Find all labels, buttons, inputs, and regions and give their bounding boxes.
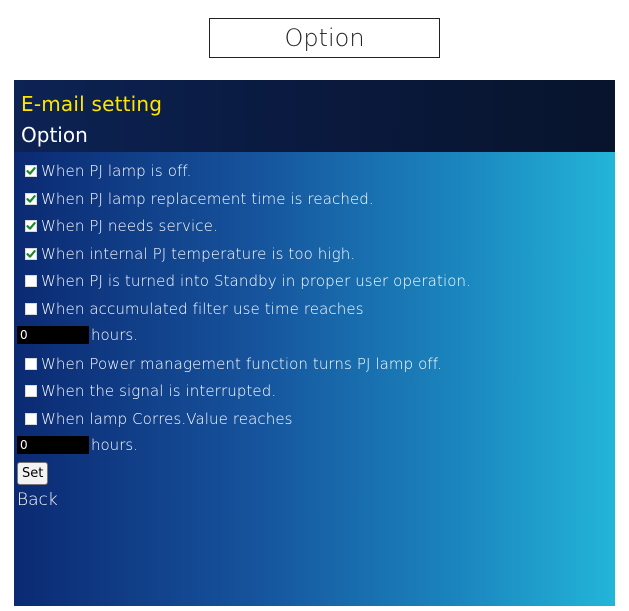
- option-label: When lamp Corres.Value reaches: [41, 410, 293, 428]
- option-label: When PJ lamp replacement time is reached…: [41, 190, 374, 208]
- option-label: When internal PJ temperature is too high…: [41, 245, 356, 263]
- checkbox[interactable]: [25, 220, 37, 232]
- lamp-hours-input[interactable]: [17, 436, 89, 454]
- option-label: When accumulated filter use time reaches: [41, 300, 364, 318]
- checkbox[interactable]: [25, 385, 37, 397]
- checkmark-icon: [26, 195, 36, 203]
- option-lamp-off[interactable]: When PJ lamp is off.: [25, 160, 192, 182]
- hours-unit-label: hours.: [91, 326, 138, 344]
- option-standby[interactable]: When PJ is turned into Standby in proper…: [25, 270, 471, 292]
- option-label: When Power management function turns PJ …: [41, 355, 442, 373]
- checkbox[interactable]: [25, 303, 37, 315]
- option-needs-service[interactable]: When PJ needs service.: [25, 215, 218, 237]
- page-subtitle: Option: [21, 123, 88, 147]
- panel-header: E-mail setting Option: [14, 80, 615, 152]
- option-temperature-high[interactable]: When internal PJ temperature is too high…: [25, 243, 355, 265]
- set-button[interactable]: Set: [17, 462, 49, 485]
- lamp-hours-row: hours.: [17, 435, 138, 455]
- checkmark-icon: [26, 250, 36, 258]
- checkmark-icon: [26, 222, 36, 230]
- option-caption-box: Option: [209, 18, 440, 58]
- checkbox[interactable]: [25, 165, 37, 177]
- options-content: When PJ lamp is off. When PJ lamp replac…: [14, 152, 615, 606]
- page-title: E-mail setting: [21, 92, 163, 116]
- email-setting-panel: E-mail setting Option When PJ lamp is of…: [14, 80, 615, 606]
- back-link[interactable]: Back: [17, 490, 58, 510]
- checkbox[interactable]: [25, 358, 37, 370]
- checkbox[interactable]: [25, 248, 37, 260]
- option-label: When PJ lamp is off.: [41, 162, 192, 180]
- option-label: When PJ is turned into Standby in proper…: [41, 272, 471, 290]
- checkmark-icon: [26, 167, 36, 175]
- option-lamp-corres-value[interactable]: When lamp Corres.Value reaches: [25, 408, 293, 430]
- checkbox[interactable]: [25, 193, 37, 205]
- option-power-management[interactable]: When Power management function turns PJ …: [25, 353, 442, 375]
- option-label: When the signal is interrupted.: [41, 382, 277, 400]
- filter-hours-input[interactable]: [17, 326, 89, 344]
- checkbox[interactable]: [25, 275, 37, 287]
- hours-unit-label: hours.: [91, 436, 138, 454]
- option-lamp-replacement[interactable]: When PJ lamp replacement time is reached…: [25, 188, 374, 210]
- checkbox[interactable]: [25, 413, 37, 425]
- option-signal-interrupted[interactable]: When the signal is interrupted.: [25, 380, 276, 402]
- option-filter-time[interactable]: When accumulated filter use time reaches: [25, 298, 364, 320]
- option-label: When PJ needs service.: [41, 217, 218, 235]
- filter-hours-row: hours.: [17, 325, 138, 345]
